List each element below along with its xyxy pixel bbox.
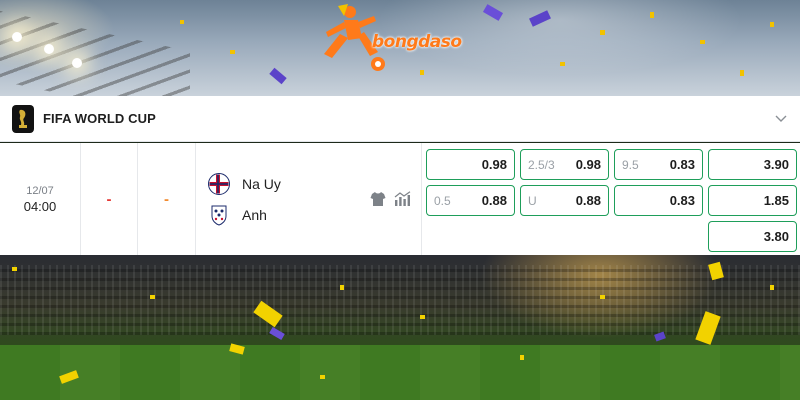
floodlight-rig: [0, 8, 190, 96]
site-logo[interactable]: bongdaso: [318, 4, 478, 74]
score-home: -: [106, 190, 112, 208]
odds-col3-over[interactable]: 9.5 0.83: [614, 149, 703, 180]
confetti-piece: [230, 50, 235, 54]
match-time: 04:00: [23, 198, 57, 214]
confetti-piece: [770, 22, 774, 27]
england-crest-icon: [211, 205, 227, 226]
confetti-piece: [150, 295, 155, 299]
brand-name: bongdaso: [372, 32, 462, 52]
score-cell-half-time: -: [138, 143, 196, 255]
odds-over[interactable]: 2.5/3 0.98: [520, 149, 609, 180]
home-team-name: Na Uy: [242, 176, 281, 192]
odds-line: 9.5: [622, 157, 639, 172]
odds-1x2-home[interactable]: 3.90: [708, 149, 797, 180]
odds-value: 3.80: [763, 229, 789, 244]
odds-value: 3.90: [763, 157, 789, 172]
confetti-piece: [12, 267, 17, 271]
odds-value: 0.88: [481, 193, 507, 208]
odds-1x2-draw[interactable]: 1.85: [708, 185, 797, 216]
collapse-button[interactable]: [772, 110, 790, 128]
league-title: FIFA WORLD CUP: [43, 111, 156, 126]
chevron-down-icon: [775, 115, 787, 122]
confetti-piece: [269, 67, 287, 85]
confetti-piece: [600, 295, 605, 299]
league-header[interactable]: FIFA WORLD CUP: [0, 96, 800, 142]
confetti-piece: [740, 70, 744, 76]
odds-value: 0.88: [575, 193, 601, 208]
confetti-piece: [420, 315, 425, 319]
odds-value: 1.85: [763, 193, 789, 208]
home-team[interactable]: Na Uy: [208, 173, 281, 195]
confetti-piece: [560, 62, 565, 66]
norway-fa-crest-icon: [208, 173, 230, 195]
confetti-piece: [700, 40, 705, 44]
score-cell-full-time: -: [81, 143, 138, 255]
confetti-piece: [650, 12, 654, 18]
shirt-icon[interactable]: [370, 191, 386, 207]
floodlight-lamp: [44, 44, 54, 54]
stats-chart-icon[interactable]: [394, 191, 412, 207]
confetti-piece: [529, 10, 551, 27]
odds-value: 0.83: [669, 193, 695, 208]
odds-line: U: [528, 193, 537, 208]
confetti-piece: [520, 355, 524, 360]
odds-under[interactable]: U 0.88: [520, 185, 609, 216]
confetti-piece: [180, 20, 184, 24]
odds-handicap-home[interactable]: 0.98: [426, 149, 515, 180]
confetti-piece: [654, 331, 666, 342]
odds-line: 0.5: [434, 193, 451, 208]
confetti-piece: [770, 285, 774, 290]
away-team[interactable]: Anh: [208, 204, 267, 226]
floodlight-lamp: [12, 32, 22, 42]
odds-line: 2.5/3: [528, 157, 555, 172]
confetti-piece: [320, 375, 325, 379]
odds-1x2-away[interactable]: 3.80: [708, 221, 797, 252]
odds-value: 0.98: [575, 157, 601, 172]
confetti-piece: [600, 30, 605, 35]
kickoff-cell: 12/07 04:00: [0, 143, 81, 255]
floodlight-lamp: [72, 58, 82, 68]
odds-value: 0.83: [669, 157, 695, 172]
trophy-icon: [12, 104, 34, 133]
stadium-crowd: [0, 265, 800, 335]
confetti-piece: [482, 4, 504, 21]
odds-col3-under[interactable]: 0.83: [614, 185, 703, 216]
match-date: 12/07: [26, 184, 54, 197]
odds-handicap-away[interactable]: 0.5 0.88: [426, 185, 515, 216]
away-team-name: Anh: [242, 207, 267, 223]
teams-cell[interactable]: Na Uy Anh: [196, 143, 422, 255]
stadium-pitch-background: [0, 255, 800, 400]
pitch-grass: [0, 345, 800, 400]
score-away: -: [164, 190, 169, 208]
match-row[interactable]: 12/07 04:00 - - Na Uy Anh 0.98 0.5 0.88 …: [0, 143, 800, 255]
confetti-piece: [340, 285, 344, 290]
odds-value: 0.98: [481, 157, 507, 172]
